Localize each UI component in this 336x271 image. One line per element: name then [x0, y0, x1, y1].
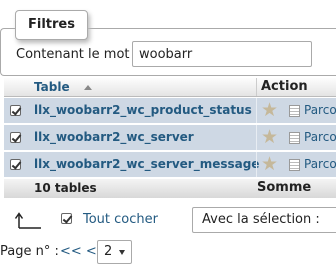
favorite-star-icon[interactable]: ★ — [261, 153, 278, 175]
bulk-arrow-icon — [14, 212, 41, 229]
with-selected-dropdown[interactable]: Avec la sélection : — [192, 207, 336, 233]
row-checkbox[interactable] — [10, 105, 21, 116]
chevron-down-icon — [119, 250, 125, 255]
check-all-checkbox[interactable] — [61, 213, 72, 224]
filter-label: Contenant le mot : — [16, 47, 139, 62]
column-header-action: Action — [261, 79, 308, 94]
favorite-star-icon[interactable]: ★ — [261, 99, 278, 121]
column-divider — [256, 152, 257, 177]
browse-icon[interactable] — [289, 132, 300, 144]
page-prev-links[interactable]: << < — [60, 244, 97, 259]
browse-link[interactable]: Parco — [304, 157, 336, 171]
table-row: llx_woobarr2_wc_server_message ★ Parco — [4, 152, 336, 177]
check-all-label[interactable]: Tout cocher — [83, 212, 158, 227]
table-count: 10 tables — [34, 181, 97, 195]
page-number-select[interactable]: 2 — [97, 240, 132, 264]
table-header: Table Action — [4, 78, 336, 97]
row-checkbox[interactable] — [10, 159, 21, 170]
favorite-star-icon[interactable]: ★ — [261, 126, 278, 148]
column-divider — [256, 98, 257, 123]
column-header-table[interactable]: Table — [34, 80, 70, 94]
filter-input[interactable] — [132, 41, 312, 67]
browse-link[interactable]: Parco — [304, 130, 336, 144]
row-checkbox[interactable] — [10, 132, 21, 143]
page-number-value: 2 — [104, 244, 113, 259]
table-name-link[interactable]: llx_woobarr2_wc_server_message — [34, 157, 259, 171]
browse-icon[interactable] — [289, 159, 300, 171]
sum-label: Somme — [257, 180, 312, 195]
page-label: Page n° : — [0, 244, 59, 259]
column-divider — [256, 125, 257, 150]
table-row: llx_woobarr2_wc_server ★ Parco — [4, 125, 336, 150]
table-footer: 10 tables Somme — [4, 179, 336, 198]
browse-icon[interactable] — [289, 105, 300, 117]
column-divider — [256, 78, 257, 96]
browse-link[interactable]: Parco — [304, 103, 336, 117]
filter-legend: Filtres — [15, 10, 88, 40]
table-name-link[interactable]: llx_woobarr2_wc_server — [34, 130, 194, 144]
table-name-link[interactable]: llx_woobarr2_wc_product_status — [34, 103, 252, 117]
sort-ascending-icon[interactable] — [84, 85, 92, 90]
table-row: llx_woobarr2_wc_product_status ★ Parco — [4, 98, 336, 123]
